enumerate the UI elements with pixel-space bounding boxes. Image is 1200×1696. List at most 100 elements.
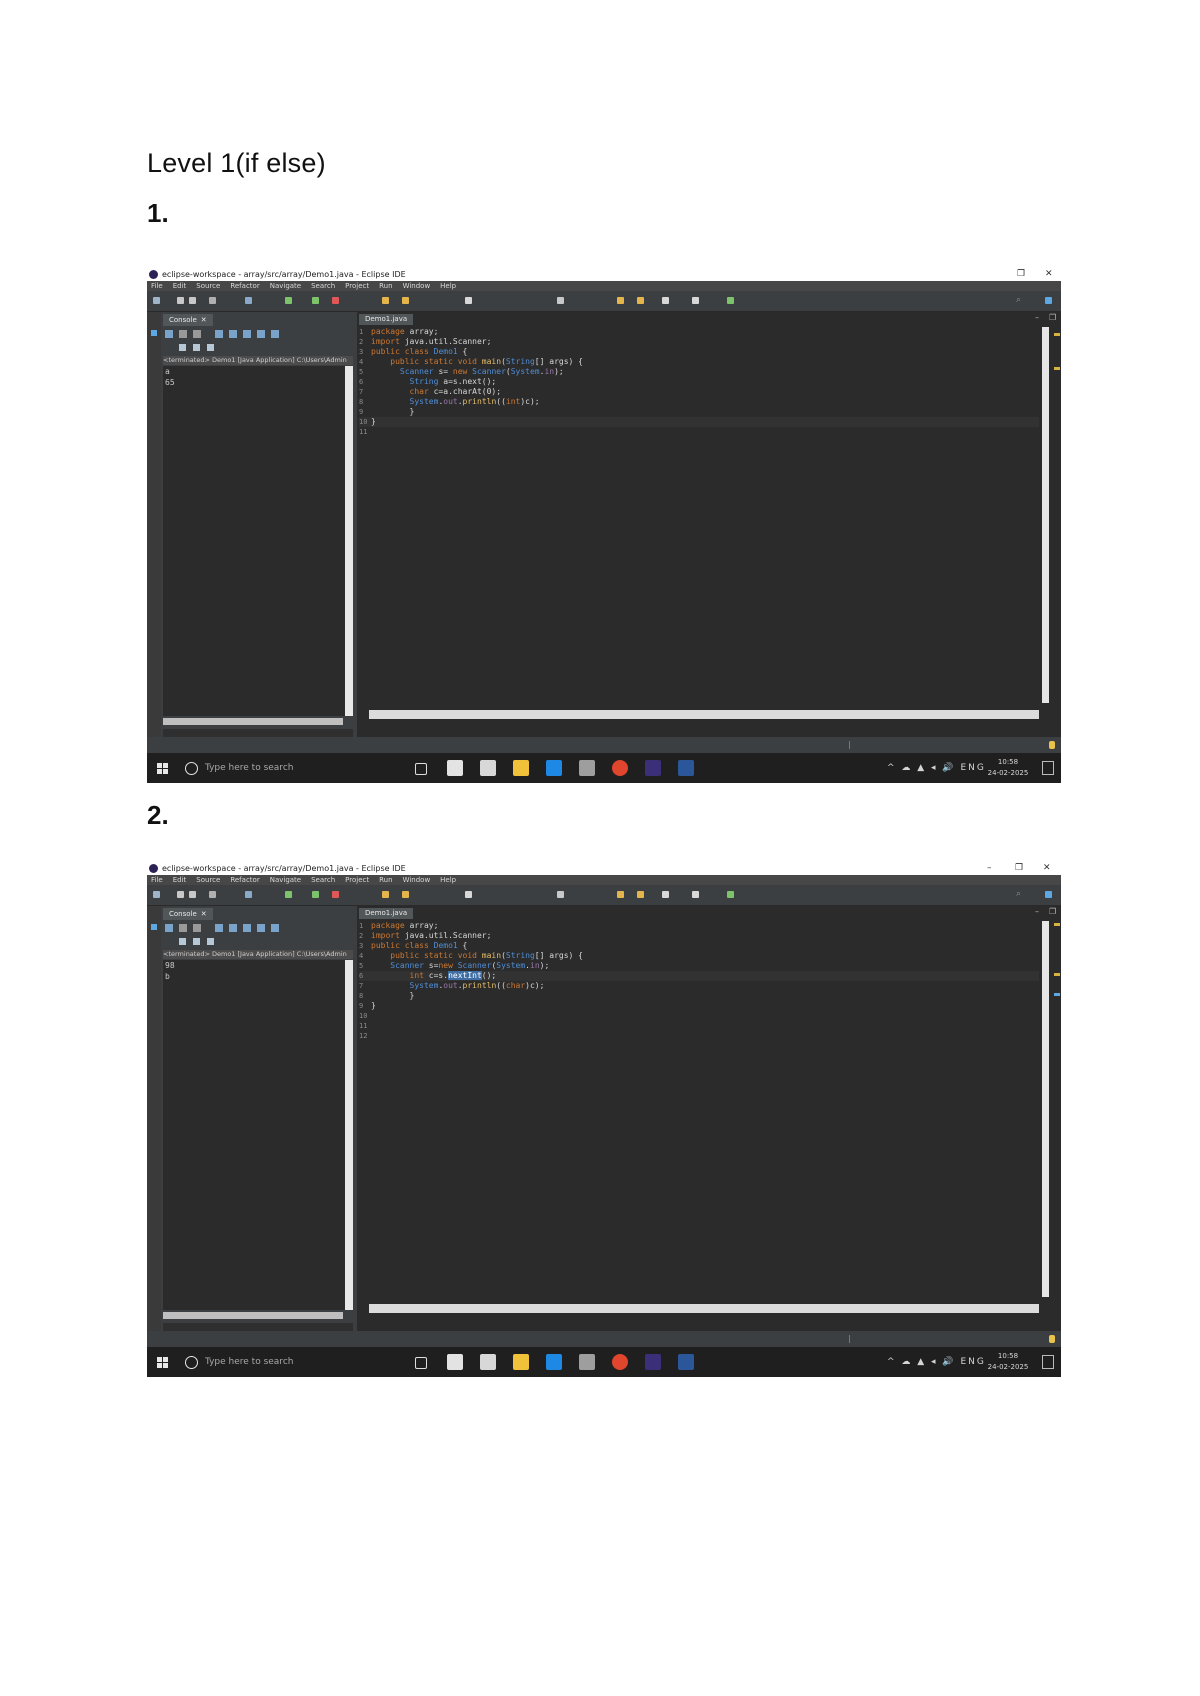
run-last-icon[interactable] [312, 891, 319, 898]
save-all-icon[interactable] [189, 891, 196, 898]
terminate-icon[interactable] [165, 924, 173, 932]
task-view-icon[interactable] [415, 763, 427, 775]
forward-icon[interactable] [692, 891, 699, 898]
minimize-icon[interactable] [207, 938, 214, 945]
edge-icon[interactable] [546, 1354, 562, 1370]
open-type-icon[interactable] [465, 891, 472, 898]
perspective-icon[interactable] [727, 891, 734, 898]
menu-source[interactable]: Source [196, 282, 220, 290]
editor-vertical-scrollbar[interactable] [1042, 327, 1049, 703]
next-annotation-icon[interactable] [637, 297, 644, 304]
pin-console-icon[interactable] [257, 330, 265, 338]
code-area[interactable]: 1 package array; 2 import java.util.Scanne… [359, 327, 1039, 707]
remove-all-icon[interactable] [193, 330, 201, 338]
pin-console-icon[interactable] [257, 924, 265, 932]
debug-icon[interactable] [245, 891, 252, 898]
open-console-icon[interactable] [179, 938, 186, 945]
menu-run[interactable]: Run [379, 282, 392, 290]
tab-console[interactable]: Console ✕ [163, 314, 213, 326]
menu-source[interactable]: Source [196, 876, 220, 884]
menu-window[interactable]: Window [403, 282, 431, 290]
system-tray-icons[interactable]: ^ ☁ ▲ ◂ 🔊 ENG [887, 763, 986, 773]
forward-icon[interactable] [692, 297, 699, 304]
menu-window[interactable]: Window [403, 876, 431, 884]
debug-icon[interactable] [245, 297, 252, 304]
console-vertical-scrollbar[interactable] [345, 960, 353, 1310]
remove-all-icon[interactable] [193, 924, 201, 932]
save-all-icon[interactable] [189, 297, 196, 304]
display-console-icon[interactable] [271, 924, 279, 932]
save-icon[interactable] [177, 297, 184, 304]
perspective-icon[interactable] [727, 297, 734, 304]
terminate-icon[interactable] [165, 330, 173, 338]
calculator-icon[interactable] [579, 760, 595, 776]
save-icon[interactable] [177, 891, 184, 898]
tab-console[interactable]: Console ✕ [163, 908, 213, 920]
remove-launch-icon[interactable] [179, 330, 187, 338]
maximize-icon[interactable]: ❐ [1015, 862, 1023, 875]
console-output[interactable]: a 65 [163, 366, 345, 716]
menu-help[interactable]: Help [440, 282, 456, 290]
toggle-mark-icon[interactable] [557, 297, 564, 304]
system-tray-icons[interactable]: ^ ☁ ▲ ◂ 🔊 ENG [887, 1357, 986, 1367]
edge-icon[interactable] [546, 760, 562, 776]
java-perspective-icon[interactable] [1045, 891, 1052, 898]
menu-navigate[interactable]: Navigate [270, 876, 301, 884]
new-icon[interactable] [153, 297, 160, 304]
menu-refactor[interactable]: Refactor [230, 282, 259, 290]
run-icon[interactable] [285, 297, 292, 304]
search-icon[interactable]: ⌕ [1016, 889, 1021, 899]
prev-annotation-icon[interactable] [617, 891, 624, 898]
maximize-icon[interactable]: ❐ [1049, 907, 1056, 916]
chrome-icon[interactable] [612, 760, 628, 776]
ruler-marker[interactable] [1054, 923, 1060, 926]
tip-bulb-icon[interactable] [1049, 741, 1055, 749]
close-icon[interactable]: ✕ [1045, 268, 1053, 281]
scroll-lock-icon[interactable] [229, 924, 237, 932]
display-console-icon[interactable] [271, 330, 279, 338]
close-icon[interactable]: ✕ [1043, 862, 1051, 875]
menu-edit[interactable]: Edit [173, 282, 187, 290]
menu-project[interactable]: Project [345, 282, 369, 290]
ruler-marker[interactable] [1054, 993, 1060, 996]
taskbar-clock[interactable]: 10:58 24-02-2025 [983, 757, 1033, 779]
menu-edit[interactable]: Edit [173, 876, 187, 884]
menu-run[interactable]: Run [379, 876, 392, 884]
tab-editor-file[interactable]: Demo1.java [359, 908, 414, 919]
ruler-marker[interactable] [1054, 973, 1060, 976]
menu-navigate[interactable]: Navigate [270, 282, 301, 290]
file-explorer-icon[interactable] [513, 760, 529, 776]
view-menu-icon[interactable] [193, 938, 200, 945]
new-class-icon[interactable] [402, 297, 409, 304]
word-wrap-icon[interactable] [243, 330, 251, 338]
search-icon[interactable]: ⌕ [1016, 295, 1021, 305]
minimize-icon[interactable] [207, 344, 214, 351]
tip-bulb-icon[interactable] [1049, 1335, 1055, 1343]
back-icon[interactable] [662, 891, 669, 898]
remove-launch-icon[interactable] [179, 924, 187, 932]
cortana-icon[interactable] [185, 762, 198, 775]
back-icon[interactable] [662, 297, 669, 304]
menu-project[interactable]: Project [345, 876, 369, 884]
taskbar-search-input[interactable]: Type here to search [205, 1357, 293, 1367]
editor-horizontal-scrollbar[interactable] [369, 710, 1039, 719]
word-wrap-icon[interactable] [243, 924, 251, 932]
calculator-icon[interactable] [579, 1354, 595, 1370]
menu-refactor[interactable]: Refactor [230, 876, 259, 884]
word-icon[interactable] [678, 1354, 694, 1370]
run-last-icon[interactable] [312, 297, 319, 304]
file-explorer-icon[interactable] [513, 1354, 529, 1370]
new-package-icon[interactable] [382, 297, 389, 304]
ruler-marker[interactable] [1054, 367, 1060, 370]
scroll-lock-icon[interactable] [229, 330, 237, 338]
windows-start-icon[interactable] [157, 1357, 169, 1369]
run-icon[interactable] [285, 891, 292, 898]
eclipse-taskbar-icon[interactable] [645, 1354, 661, 1370]
package-explorer-icon[interactable] [151, 330, 157, 336]
new-icon[interactable] [153, 891, 160, 898]
menu-search[interactable]: Search [311, 876, 335, 884]
print-icon[interactable] [209, 297, 216, 304]
windows-start-icon[interactable] [157, 763, 169, 775]
notification-icon[interactable] [1042, 1355, 1054, 1369]
console-horizontal-scrollbar[interactable] [163, 1312, 343, 1319]
